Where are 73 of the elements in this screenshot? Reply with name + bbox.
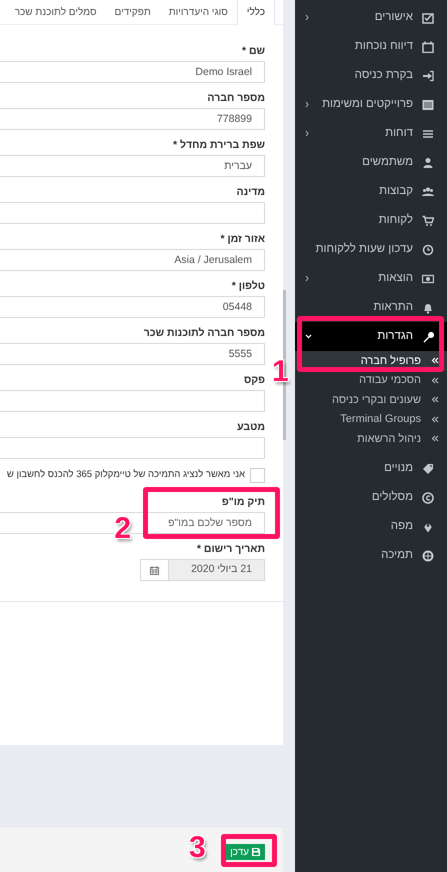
chevron-icon: [305, 101, 309, 108]
user-icon: [422, 156, 434, 168]
checkbox-label: אני מאשר לנציג התמיכה של טיימקלוק 365 להכנס לחשבון ש: [6, 468, 245, 482]
sidebar-item[interactable]: תמיכה: [295, 542, 447, 570]
step-number: 3: [189, 832, 206, 864]
list-icon: [422, 98, 434, 110]
highlight-frame: [221, 834, 277, 867]
chevron-down-icon: [305, 334, 312, 339]
input-field[interactable]: 05448: [0, 297, 264, 317]
input-field[interactable]: 778899: [0, 109, 264, 129]
field-label: טלפון *: [232, 279, 265, 293]
sidebar-item[interactable]: הגדרות: [295, 322, 447, 351]
field-label: שפת ברירת מחדל *: [173, 138, 265, 152]
update-button[interactable]: עדכן: [225, 844, 265, 860]
tab[interactable]: סמלים לתוכנת שכר: [6, 0, 106, 25]
clock-icon: [422, 244, 434, 256]
input-field[interactable]: Asia / Jerusalem: [0, 250, 264, 270]
input-field[interactable]: Demo Israel: [0, 62, 264, 82]
lifebuoy-icon: [422, 550, 434, 562]
users-icon: [422, 186, 434, 198]
cart-icon: [422, 214, 434, 226]
sidebar-item[interactable]: קבוצות: [295, 177, 447, 206]
submenu-item[interactable]: Terminal Groups: [295, 410, 447, 429]
tab[interactable]: סוגי היעדרויות: [160, 0, 237, 25]
sidebar-item[interactable]: לקוחות: [295, 206, 447, 235]
double-chevron-icon: [431, 435, 439, 442]
field-label: מספר חברה לתוכנות שכר: [144, 326, 265, 340]
field-label: אזור זמן *: [220, 232, 265, 246]
input-field[interactable]: 5555: [0, 344, 264, 364]
field-label: שם *: [242, 44, 265, 58]
step-number: 1: [272, 356, 289, 388]
sidebar-item[interactable]: בקרת כניסה: [295, 61, 447, 90]
tab[interactable]: כללי: [236, 0, 275, 25]
double-chevron-icon: [431, 376, 439, 384]
input-field[interactable]: עברית: [0, 156, 264, 176]
submenu-item[interactable]: ניהול הרשאות: [295, 429, 447, 448]
chevron-icon: [305, 14, 309, 21]
field-label: תיק מו"פ: [222, 495, 265, 509]
tab[interactable]: תפקידים: [106, 0, 160, 25]
sidebar-item[interactable]: עדכון שעות ללקוחות: [295, 235, 447, 264]
chevron-icon: [305, 130, 309, 137]
submenu-item[interactable]: הסכמי עבודה: [295, 370, 447, 390]
sidebar-item[interactable]: דוחות: [295, 119, 447, 148]
checkbox[interactable]: [250, 468, 265, 482]
sidebar-item[interactable]: מסלולים: [295, 484, 447, 512]
sidebar-item[interactable]: הוצאות: [295, 264, 447, 293]
sidebar-item[interactable]: פרוייקטים ומשימות: [295, 90, 447, 119]
bell-icon: [422, 302, 434, 314]
submenu-item[interactable]: שעונים ובקרי כניסה: [295, 390, 447, 410]
field-label: תאריך רישום *: [196, 542, 265, 556]
field-label: מספר חברה: [207, 91, 265, 105]
chevron-icon: [305, 275, 309, 282]
double-chevron-icon: [431, 357, 439, 364]
money-icon: [422, 272, 434, 284]
field-label: פקס: [244, 373, 265, 387]
map-pin-icon: [422, 521, 434, 533]
calendar-icon: [422, 40, 434, 52]
menu-icon: [422, 128, 434, 140]
sign-in-icon: [422, 70, 434, 82]
copyright-icon: [422, 492, 434, 504]
tag-icon: [422, 463, 434, 475]
field-label: מטבע: [237, 420, 265, 434]
sidebar-item[interactable]: דיווח נוכחות: [295, 32, 447, 61]
double-chevron-icon: [431, 396, 439, 404]
sidebar-item[interactable]: מפה: [295, 512, 447, 542]
sidebar-item[interactable]: משתמשים: [295, 148, 447, 177]
sidebar-item[interactable]: התראות: [295, 293, 447, 322]
sidebar-item[interactable]: אישורים: [295, 3, 447, 32]
checkbox-icon: [422, 12, 434, 24]
field-label: מדינה: [236, 185, 265, 199]
save-icon: [252, 848, 260, 856]
double-chevron-icon: [431, 416, 439, 423]
sidebar-item[interactable]: מנויים: [295, 454, 447, 484]
